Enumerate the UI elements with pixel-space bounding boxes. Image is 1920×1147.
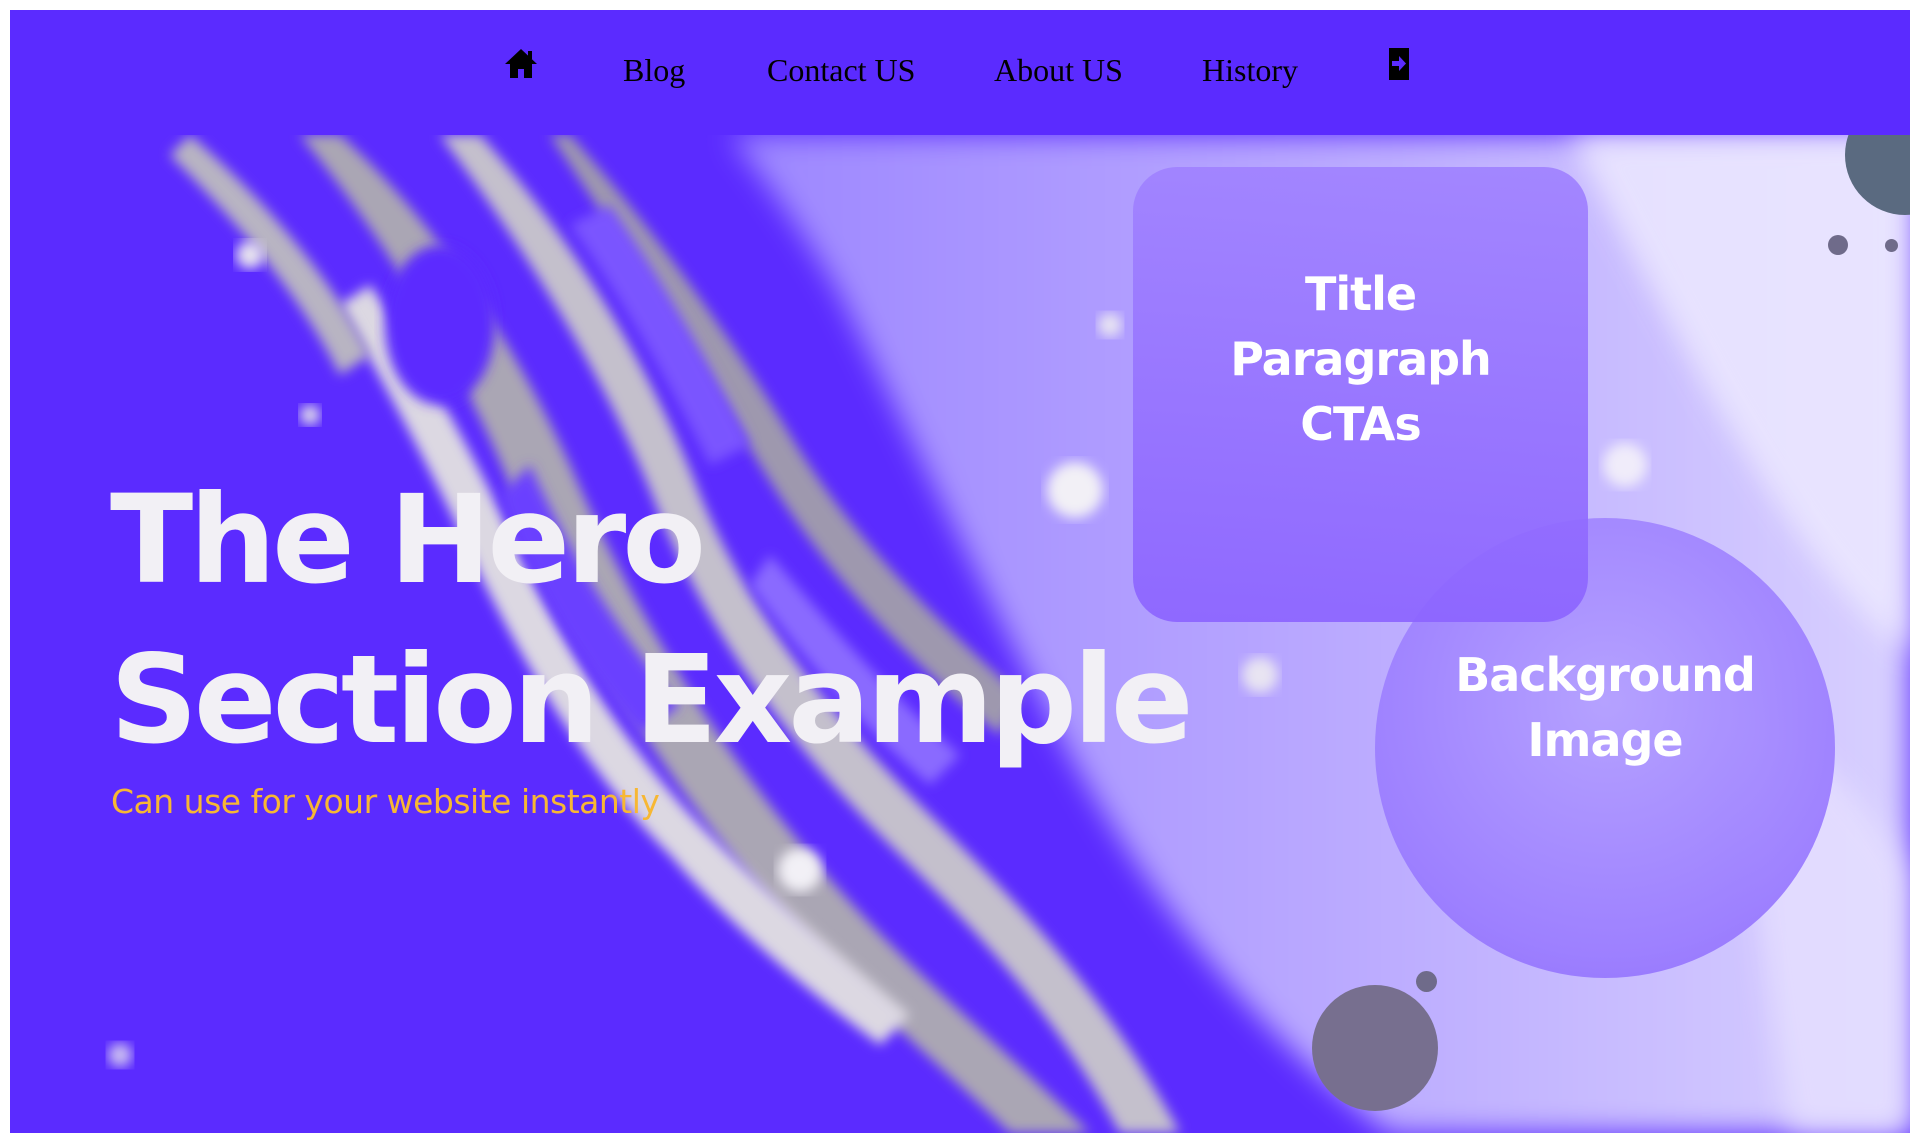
circle-label-line-2: Image <box>1527 713 1683 767</box>
hero-title: The Hero Section Example <box>110 460 1194 780</box>
hero-title-line-2: Section Example <box>110 629 1194 771</box>
decorative-dot-small-1 <box>1828 235 1848 255</box>
decorative-dot-small-bottom <box>1416 971 1437 992</box>
content-card: Title Paragraph CTAs <box>1133 167 1588 622</box>
home-icon[interactable] <box>504 47 538 79</box>
decorative-dot-small-2 <box>1885 239 1898 252</box>
nav-blog[interactable]: Blog <box>623 54 685 86</box>
nav-history[interactable]: History <box>1202 54 1298 86</box>
decorative-dot-medium-bottom <box>1312 985 1438 1111</box>
hero-section: The Hero Section Example Can use for you… <box>10 135 1910 1133</box>
nav-about-us[interactable]: About US <box>994 54 1123 86</box>
nav-contact-us[interactable]: Contact US <box>767 54 915 86</box>
page-frame: Blog Contact US About US History The Her… <box>10 10 1910 1133</box>
card-label-ctas: CTAs <box>1300 397 1422 451</box>
card-label-title: Title <box>1304 267 1417 321</box>
card-label-paragraph: Paragraph <box>1230 332 1492 386</box>
sign-in-icon[interactable] <box>1387 47 1411 81</box>
hero-subtitle: Can use for your website instantly <box>111 782 660 821</box>
circle-label-line-1: Background <box>1455 648 1756 702</box>
hero-title-line-1: The Hero <box>110 469 706 611</box>
top-navbar: Blog Contact US About US History <box>10 10 1910 135</box>
